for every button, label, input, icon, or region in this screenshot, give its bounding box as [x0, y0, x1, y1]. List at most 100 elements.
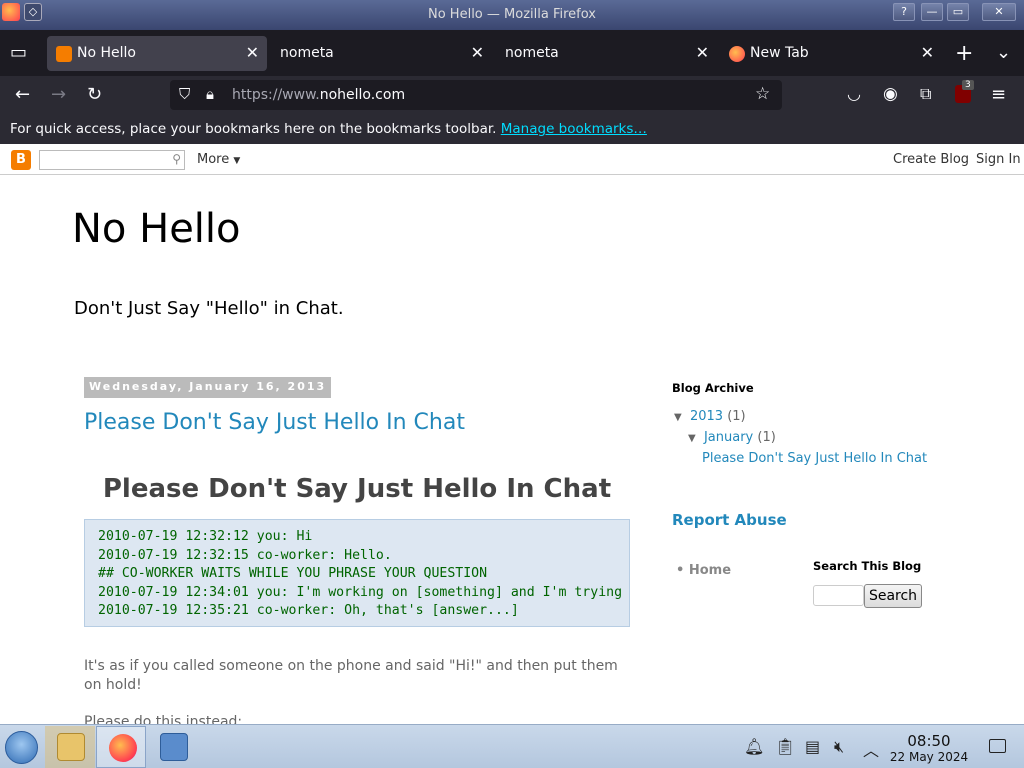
help-button[interactable]: ?	[893, 3, 915, 21]
tab-label: nometa	[280, 45, 334, 61]
post-date: Wednesday, January 16, 2013	[84, 377, 332, 398]
volume-muted-icon[interactable]: 🔇︎	[834, 737, 844, 757]
triangle-down-icon[interactable]: ▼	[674, 412, 682, 423]
post-paragraph-2: Please do this instead:	[84, 714, 243, 724]
more-menu[interactable]: More ▼	[197, 152, 240, 167]
post-paragraph: It's as if you called someone on the pho…	[84, 658, 618, 693]
archive-year-2013[interactable]: ▼ 2013 (1)	[674, 409, 746, 424]
url-domain: nohello.com	[319, 87, 406, 103]
home-label: Home	[688, 563, 732, 578]
create-blog-link[interactable]: Create Blog	[893, 152, 969, 167]
archive-month-link[interactable]: January	[704, 430, 753, 445]
search-icon[interactable]: ⚲	[172, 152, 181, 166]
manage-bookmarks-link[interactable]: Manage bookmarks…	[501, 121, 647, 137]
archive-month-count: (1)	[757, 430, 776, 445]
code-line: 2010-07-19 12:35:21 co-worker: Oh, that'…	[98, 603, 519, 619]
blogger-search-input[interactable]: ⚲	[39, 150, 185, 170]
extension-badge: 3	[962, 80, 974, 90]
close-tab-icon[interactable]: ✕	[921, 43, 934, 62]
close-tab-icon[interactable]: ✕	[246, 43, 259, 62]
url-text[interactable]: https://www.nohello.com	[232, 87, 405, 103]
blog-description: Don't Just Say "Hello" in Chat.	[74, 298, 344, 319]
url-prefix: https://www.	[232, 87, 320, 103]
code-line: 2010-07-19 12:34:01 you: I'm working on …	[98, 584, 623, 600]
tab-strip: ▭ No Hello ✕ nometa ✕ nometa ✕ New Tab ✕…	[0, 30, 1024, 76]
new-tab-icon[interactable]: +	[955, 41, 973, 66]
firefox-taskbar-button[interactable]	[96, 726, 146, 768]
tab-label: New Tab	[750, 45, 809, 61]
navigation-toolbar: ← → ↻ ⛉ 🔒︎ https://www.nohello.com ☆ ◡ ◉…	[0, 76, 1024, 114]
search-blog-button[interactable]: Search	[864, 584, 922, 608]
system-settings-taskbar-button[interactable]	[148, 726, 198, 768]
code-line: 2010-07-19 12:32:15 co-worker: Hello.	[98, 547, 392, 563]
start-menu-icon[interactable]	[5, 731, 38, 764]
bookmarks-toolbar: For quick access, place your bookmarks h…	[0, 114, 1024, 144]
tab-new-tab[interactable]: New Tab ✕	[722, 36, 942, 71]
monitor-icon	[160, 733, 188, 761]
folder-icon	[57, 733, 85, 761]
archive-post-link[interactable]: Please Don't Say Just Hello In Chat	[702, 451, 927, 466]
chat-log-code-block: 2010-07-19 12:32:12 you: Hi 2010-07-19 12…	[84, 519, 630, 627]
close-window-button[interactable]: ✕	[982, 3, 1016, 21]
close-tab-icon[interactable]: ✕	[696, 43, 709, 62]
close-tab-icon[interactable]: ✕	[471, 43, 484, 62]
lock-icon[interactable]: 🔒︎	[206, 85, 214, 103]
search-blog-input[interactable]	[813, 585, 864, 606]
blog-archive-heading: Blog Archive	[672, 381, 754, 395]
extensions-icon[interactable]: ⧉	[920, 84, 931, 104]
sign-in-link[interactable]: Sign In	[976, 152, 1021, 167]
reload-icon[interactable]: ↻	[87, 84, 102, 105]
bookmarks-hint: For quick access, place your bookmarks h…	[10, 121, 497, 137]
taskbar: 🔔︎ 📋︎ ▤ 🔇︎ ︿ 08:50 22 May 2024	[0, 724, 1024, 768]
blog-title[interactable]: No Hello	[72, 206, 241, 252]
tab-label: nometa	[505, 45, 559, 61]
tab-nometa-2[interactable]: nometa ✕	[497, 36, 717, 71]
clock-time: 08:50	[907, 732, 951, 750]
more-label: More	[197, 152, 230, 167]
blogger-logo-icon[interactable]: B	[11, 150, 31, 170]
minimize-button[interactable]: —	[921, 3, 943, 21]
web-page: B ⚲ More ▼ Create Blog Sign In No Hello …	[0, 144, 1024, 724]
clock[interactable]: 08:50 22 May 2024	[888, 732, 970, 764]
code-line: ## CO-WORKER WAITS WHILE YOU PHRASE YOUR…	[98, 566, 488, 582]
account-icon[interactable]: ◉	[883, 84, 898, 104]
blogger-navbar: B ⚲ More ▼ Create Blog Sign In	[0, 144, 1024, 175]
archive-year-count: (1)	[727, 409, 746, 424]
hamburger-menu-icon[interactable]: ≡	[991, 84, 1006, 105]
search-blog-heading: Search This Blog	[813, 559, 922, 573]
tab-nometa-1[interactable]: nometa ✕	[272, 36, 492, 71]
show-desktop-icon[interactable]	[989, 739, 1006, 753]
code-line: 2010-07-19 12:32:12 you: Hi	[98, 529, 313, 544]
tab-no-hello[interactable]: No Hello ✕	[47, 36, 267, 71]
clock-date: 22 May 2024	[889, 750, 969, 764]
maximize-button[interactable]: ▭	[947, 3, 969, 21]
storage-icon[interactable]: ▤	[805, 737, 820, 756]
post-heading: Please Don't Say Just Hello In Chat	[102, 474, 612, 504]
url-bar[interactable]: ⛉ 🔒︎ https://www.nohello.com ☆	[170, 80, 782, 110]
bookmark-star-icon[interactable]: ☆	[755, 84, 770, 104]
forward-icon[interactable]: →	[51, 84, 66, 105]
back-icon[interactable]: ←	[15, 84, 30, 105]
post-title-link[interactable]: Please Don't Say Just Hello In Chat	[84, 410, 465, 435]
pocket-icon[interactable]: ◡	[847, 84, 861, 103]
shield-icon[interactable]: ⛉	[179, 85, 190, 103]
clipboard-icon[interactable]: 📋︎	[775, 737, 795, 756]
triangle-down-icon[interactable]: ▼	[688, 433, 696, 444]
report-abuse-link[interactable]: Report Abuse	[672, 511, 787, 529]
chevron-up-icon[interactable]: ︿	[863, 737, 879, 761]
home-link[interactable]: • Home	[676, 563, 731, 578]
file-manager-taskbar-button[interactable]	[45, 726, 95, 768]
window-titlebar: ◇ No Hello — Mozilla Firefox ? — ▭ ✕	[0, 0, 1024, 30]
firefox-view-icon[interactable]: ▭	[10, 42, 27, 63]
blogger-icon	[56, 46, 72, 62]
archive-year-link[interactable]: 2013	[690, 409, 723, 424]
firefox-icon	[729, 46, 745, 62]
window-title: No Hello — Mozilla Firefox	[428, 7, 596, 22]
notifications-icon[interactable]: 🔔︎	[744, 737, 764, 756]
archive-month-january[interactable]: ▼ January (1)	[688, 430, 776, 445]
caret-down-icon: ▼	[233, 156, 241, 166]
list-all-tabs-icon[interactable]: ⌄	[996, 42, 1011, 63]
bookmarks-message: For quick access, place your bookmarks h…	[10, 121, 647, 137]
tab-label: No Hello	[77, 45, 136, 61]
firefox-icon	[109, 734, 137, 762]
